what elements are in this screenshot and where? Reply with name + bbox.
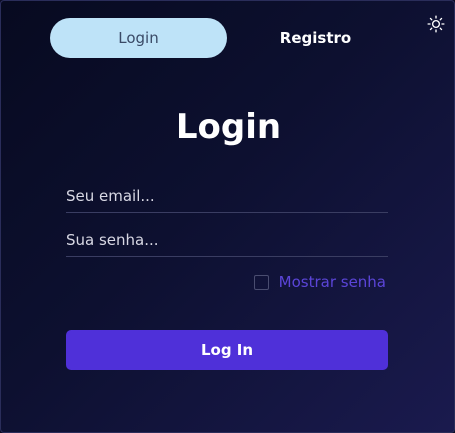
login-button[interactable]: Log In bbox=[66, 330, 388, 370]
tab-login[interactable]: Login bbox=[50, 18, 227, 58]
login-panel: Login Registro Login Mostrar senha Log I… bbox=[0, 0, 455, 433]
tab-registro[interactable]: Registro bbox=[227, 18, 404, 58]
theme-toggle-button[interactable] bbox=[425, 13, 447, 35]
show-password-checkbox[interactable] bbox=[253, 274, 269, 290]
password-field[interactable] bbox=[66, 223, 388, 257]
email-field[interactable] bbox=[66, 179, 388, 213]
sun-icon bbox=[427, 15, 445, 33]
show-password-label: Mostrar senha bbox=[278, 273, 386, 291]
page-title: Login bbox=[175, 107, 282, 147]
show-password-toggle[interactable]: Mostrar senha bbox=[253, 273, 386, 291]
